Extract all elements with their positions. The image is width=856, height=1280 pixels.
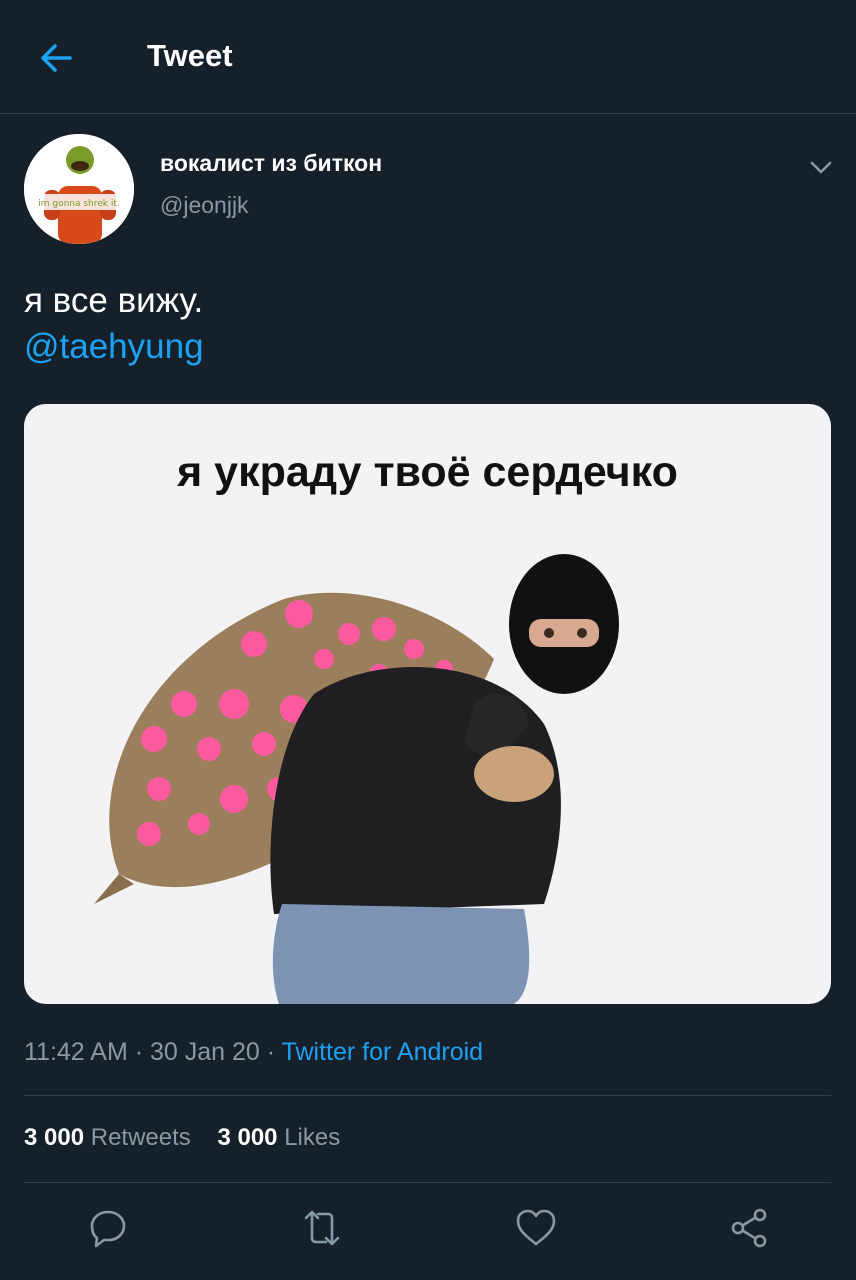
- divider: [24, 1095, 831, 1096]
- retweets-count: 3 000: [24, 1124, 85, 1151]
- like-button[interactable]: [512, 1204, 560, 1252]
- tweet-text: я все вижу.: [24, 281, 204, 320]
- meta-separator: ·: [259, 1038, 282, 1066]
- page-title: Tweet: [147, 38, 233, 73]
- top-bar: Tweet: [0, 0, 856, 114]
- avatar-image: im gonna shrek it.: [24, 134, 134, 244]
- reply-button[interactable]: [84, 1204, 132, 1252]
- divider: [24, 1182, 831, 1183]
- author-display-name[interactable]: вокалист из биткон: [160, 150, 382, 177]
- reply-icon: [90, 1210, 126, 1248]
- tweet-time: 11:42 AM: [24, 1038, 128, 1066]
- back-button[interactable]: [34, 36, 78, 80]
- thief-illustration: [94, 554, 619, 1004]
- author-handle[interactable]: @jeonjjk: [160, 192, 249, 219]
- tweet-meta: 11:42 AM · 30 Jan 20 · Twitter for Andro…: [24, 1038, 483, 1067]
- avatar-caption: im gonna shrek it.: [38, 199, 120, 209]
- tweet-body: я все вижу. @taehyung: [24, 278, 204, 370]
- retweet-icon: [304, 1210, 340, 1246]
- likes-count: 3 000: [217, 1124, 278, 1151]
- share-button[interactable]: [726, 1204, 774, 1252]
- retweets-stat[interactable]: 3 000 Retweets: [24, 1124, 191, 1151]
- likes-stat[interactable]: 3 000 Likes: [217, 1124, 340, 1151]
- retweets-label: Retweets: [90, 1124, 191, 1151]
- like-icon: [516, 1209, 556, 1246]
- chevron-down-icon: [810, 161, 832, 174]
- back-arrow-icon: [41, 44, 72, 72]
- mention-link[interactable]: @taehyung: [24, 324, 204, 370]
- tweet-date: 30 Jan 20: [150, 1038, 260, 1066]
- retweet-button[interactable]: [298, 1204, 346, 1252]
- avatar[interactable]: im gonna shrek it.: [24, 134, 134, 244]
- tweet-stats: 3 000 Retweets 3 000 Likes: [24, 1124, 360, 1152]
- more-options-button[interactable]: [806, 152, 836, 182]
- tweet-source-link[interactable]: Twitter for Android: [282, 1038, 483, 1066]
- likes-label: Likes: [284, 1124, 341, 1151]
- meta-separator: ·: [127, 1038, 150, 1066]
- share-icon: [731, 1208, 767, 1248]
- tweet-image[interactable]: я украду твоё сердечко: [24, 404, 831, 1004]
